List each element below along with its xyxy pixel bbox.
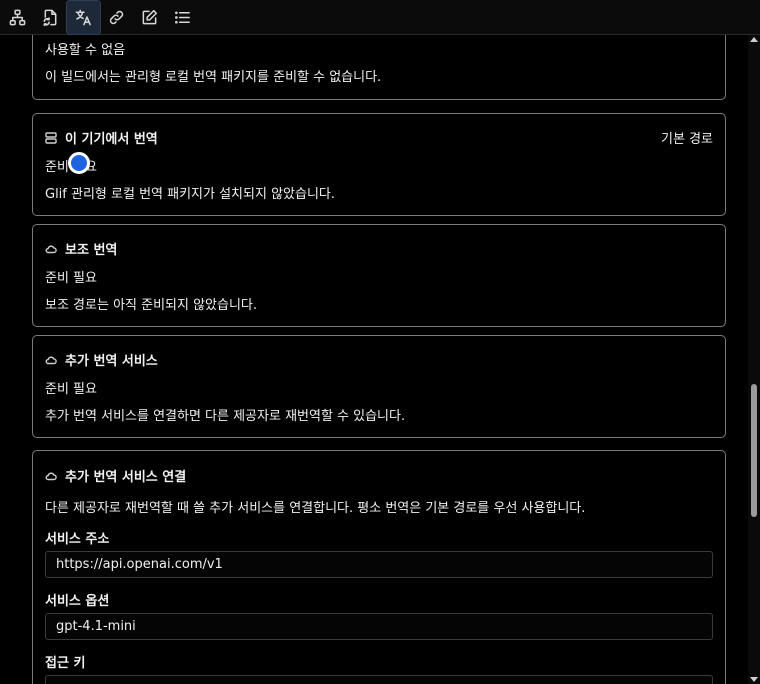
cloud-icon — [45, 354, 57, 366]
translate-button[interactable] — [66, 0, 101, 35]
connect-description: 다른 제공자로 재번역할 때 쓸 추가 서비스를 연결합니다. 평소 번역은 기… — [45, 501, 586, 516]
secondary-description: 보조 경로는 아직 준비되지 않았습니다. — [45, 298, 258, 313]
cloud-icon — [45, 243, 57, 255]
service-option-input[interactable]: gpt-4.1-mini — [45, 613, 713, 640]
unavailable-description: 이 빌드에서는 관리형 로컬 번역 패키지를 준비할 수 없습니다. — [45, 70, 382, 85]
service-url-input[interactable]: https://api.openai.com/v1 — [45, 551, 713, 578]
scroll-up-arrow-icon[interactable] — [750, 37, 758, 42]
storage-icon — [45, 131, 57, 144]
secondary-title-row: 보조 번역 — [45, 239, 117, 258]
unavailable-status: 사용할 수 없음 — [45, 43, 126, 58]
extra-service-description: 추가 번역 서비스를 연결하면 다른 제공자로 재번역할 수 있습니다. — [45, 409, 406, 424]
file-sync-button[interactable] — [34, 1, 67, 34]
connect-title: 추가 번역 서비스 연결 — [65, 470, 187, 485]
scrollbar-thumb[interactable] — [751, 384, 757, 517]
extra-service-title: 추가 번역 서비스 — [65, 354, 158, 369]
cloud-icon — [45, 470, 57, 482]
pointer-cursor — [68, 152, 90, 174]
translate-icon — [75, 9, 91, 25]
secondary-card: 보조 번역 준비 필요 보조 경로는 아직 준비되지 않았습니다. — [32, 224, 726, 327]
on-device-description: Glif 관리형 로컬 번역 패키지가 설치되지 않았습니다. — [45, 187, 336, 202]
toolbar — [0, 0, 760, 35]
link-icon — [109, 10, 124, 24]
extra-service-status: 준비 필요 — [45, 382, 97, 397]
on-device-title: 이 기기에서 번역 — [65, 132, 158, 147]
file-sync-icon — [43, 9, 57, 26]
default-route-label: 기본 경로 — [661, 132, 713, 147]
extra-service-card: 추가 번역 서비스 준비 필요 추가 번역 서비스를 연결하면 다른 제공자로 … — [32, 335, 726, 438]
edit-icon — [142, 9, 158, 24]
access-key-label: 접근 키 — [45, 656, 86, 671]
settings-content: 사용할 수 없음 이 빌드에서는 관리형 로컬 번역 패키지를 준비할 수 없습… — [0, 35, 748, 684]
unavailable-card: 사용할 수 없음 이 빌드에서는 관리형 로컬 번역 패키지를 준비할 수 없습… — [32, 35, 726, 100]
on-device-card: 이 기기에서 번역 기본 경로 준비 필요 Glif 관리형 로컬 번역 패키지… — [32, 113, 726, 216]
sitemap-button[interactable] — [1, 1, 34, 34]
access-key-input[interactable] — [45, 675, 713, 684]
service-url-label: 서비스 주소 — [45, 532, 110, 547]
list-button[interactable] — [166, 1, 199, 34]
link-button[interactable] — [100, 1, 133, 34]
connect-title-row: 추가 번역 서비스 연결 — [45, 466, 186, 485]
on-device-title-row: 이 기기에서 번역 — [45, 128, 158, 147]
sitemap-icon — [9, 9, 26, 25]
edit-button[interactable] — [133, 1, 166, 34]
vertical-scrollbar[interactable] — [748, 35, 760, 684]
scroll-down-arrow-icon[interactable] — [750, 677, 758, 682]
secondary-title: 보조 번역 — [65, 243, 118, 258]
secondary-status: 준비 필요 — [45, 271, 97, 286]
connect-service-card: 추가 번역 서비스 연결 다른 제공자로 재번역할 때 쓸 추가 서비스를 연결… — [32, 450, 726, 684]
list-icon — [175, 10, 190, 24]
service-option-label: 서비스 옵션 — [45, 594, 110, 609]
extra-service-title-row: 추가 번역 서비스 — [45, 350, 158, 369]
